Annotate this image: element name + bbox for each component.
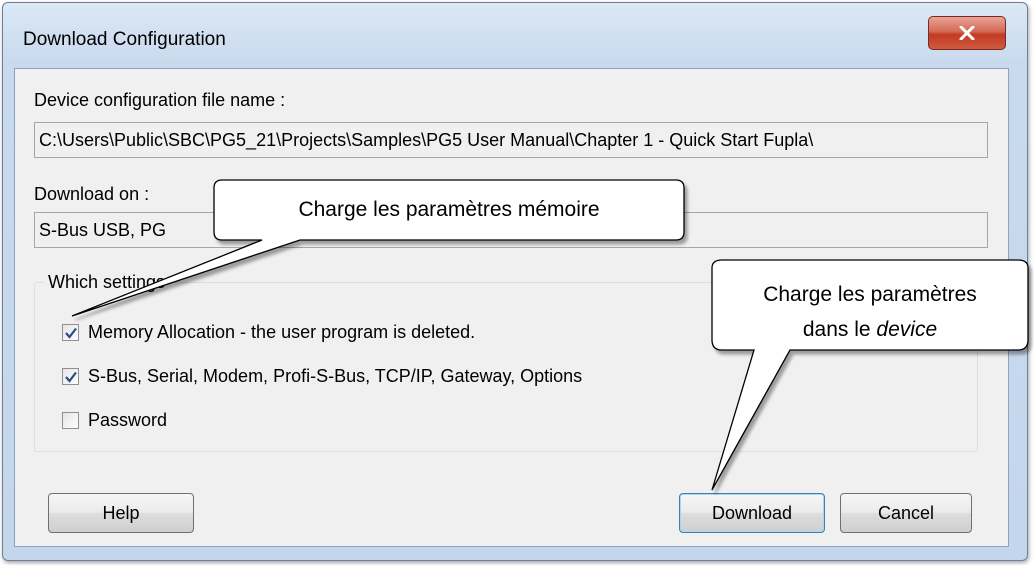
device-callout-line1: Charge les paramètres: [763, 283, 977, 306]
device-callout-line2: dans le device: [712, 318, 1028, 342]
memory-callout-text: Charge les paramètres mémoire: [298, 198, 600, 221]
device-callout-emphasis: device: [876, 318, 938, 341]
device-callout-prefix: dans le: [802, 318, 877, 341]
